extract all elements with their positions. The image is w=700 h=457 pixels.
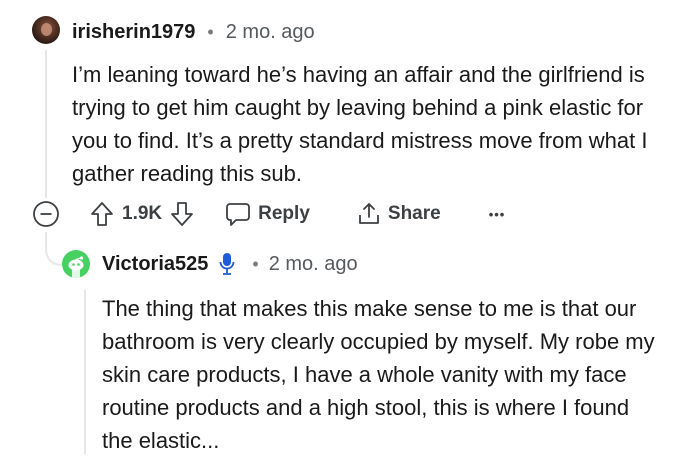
- reply-avatar[interactable]: [62, 250, 90, 278]
- vote-count: 1.9K: [122, 203, 163, 224]
- thread-line-reply: [84, 290, 86, 454]
- comment-username[interactable]: irisherin1979: [72, 21, 195, 44]
- share-label: Share: [387, 203, 441, 224]
- reply-label: Reply: [258, 203, 310, 224]
- share-button[interactable]: Share: [356, 201, 441, 227]
- comment-timestamp[interactable]: 2 mo. ago: [226, 21, 315, 44]
- collapse-icon[interactable]: [32, 200, 60, 228]
- downvote-icon[interactable]: [170, 201, 194, 227]
- badge-icon: [218, 251, 236, 277]
- reply-icon: [224, 201, 252, 227]
- comment-action-bar: 1.9K Reply Share •••: [32, 198, 505, 230]
- reply-button[interactable]: Reply: [224, 201, 310, 227]
- separator-dot: •: [252, 253, 259, 274]
- upvote-icon[interactable]: [90, 201, 114, 227]
- thread-line-main: [45, 50, 47, 198]
- separator-dot: •: [207, 21, 214, 42]
- reply-timestamp[interactable]: 2 mo. ago: [269, 253, 358, 276]
- reply-username[interactable]: Victoria525: [102, 253, 208, 276]
- share-icon: [356, 201, 382, 227]
- vote-group: 1.9K: [90, 201, 194, 227]
- avatar-icon: [68, 256, 84, 278]
- more-icon[interactable]: •••: [489, 207, 506, 222]
- user-avatar[interactable]: [32, 16, 60, 44]
- comment-body: I’m leaning toward he’s having an affair…: [72, 62, 648, 186]
- reply-body: The thing that makes this make sense to …: [102, 296, 655, 453]
- avatar-icon: [41, 23, 52, 36]
